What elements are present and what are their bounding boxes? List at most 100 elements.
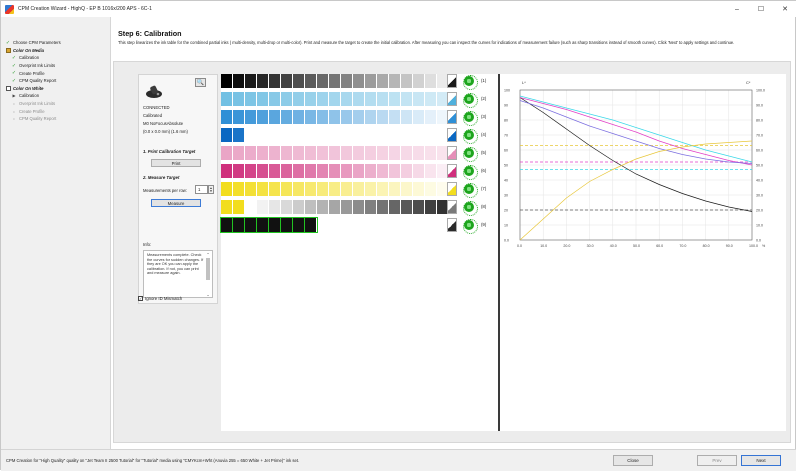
measured-ok-icon (462, 146, 478, 162)
measure-button[interactable]: Measure (151, 199, 201, 207)
spin-down-icon[interactable]: ▼ (210, 189, 213, 193)
scroll-down-icon[interactable]: ⌄ (205, 292, 211, 297)
row-number: (8) (481, 204, 487, 209)
color-patch (401, 146, 413, 160)
color-patch (329, 74, 341, 88)
y-right-tick-label: 80.0 (756, 119, 763, 123)
measurements-per-row-input[interactable]: 1 (195, 185, 208, 194)
status-footer: CPM Creation for "High Quality" quality … (1, 449, 796, 471)
color-patch (244, 217, 258, 233)
color-patch (293, 164, 305, 178)
color-patch (245, 182, 257, 196)
sidebar-item-color-on-white[interactable]: Color On White (5, 85, 61, 93)
close-window-button[interactable]: ✕ (773, 1, 796, 17)
sidebar-item-calibration[interactable]: ✓ Calibration (5, 54, 61, 62)
wizard-steps-sidebar: ✓ Choose CPM Parameters Color On Media ✓ Cal… (1, 17, 111, 449)
color-patch (353, 146, 365, 160)
minimize-button[interactable]: – (725, 1, 749, 17)
measured-ok-icon (462, 164, 478, 180)
color-patch (353, 200, 365, 214)
color-patch (233, 164, 245, 178)
sidebar-item-color-on-media[interactable]: Color On Media (5, 47, 61, 55)
app-logo-icon (5, 4, 14, 14)
y-right-tick-label: 20.0 (756, 209, 763, 213)
footer-status-text: CPM Creation for "High Quality" quality … (6, 458, 300, 463)
scroll-up-icon[interactable]: ⌃ (205, 252, 211, 257)
sidebar-item-create-profile[interactable]: ✓ Create Profile (5, 69, 61, 77)
info-scrollbar[interactable]: ⌃ ⌄ (205, 252, 211, 297)
sidebar-item-label: Overprint Ink Limits (19, 63, 56, 69)
spinner-arrows[interactable]: ▲ ▼ (208, 185, 214, 194)
color-patch (341, 164, 353, 178)
print-button[interactable]: Print (151, 159, 201, 167)
sidebar-item-label: Overprint Ink Limits (19, 101, 56, 107)
y-right-tick-label: 60.0 (756, 149, 763, 153)
scroll-thumb[interactable] (206, 258, 210, 280)
color-patch (329, 200, 341, 214)
y-left-tick-label: 0.0 (504, 239, 509, 243)
color-patch (233, 146, 245, 160)
color-patch (413, 200, 425, 214)
sidebar-item-cpm-quality-report[interactable]: • CPM Quality Report (5, 115, 61, 123)
color-patch (257, 74, 269, 88)
sidebar-item-overprint-ink-limits[interactable]: • Overprint Ink Limits (5, 100, 61, 108)
color-patch (269, 110, 281, 124)
color-patch (377, 146, 389, 160)
sidebar-item-overprint-ink-limits[interactable]: ✓ Overprint Ink Limits (5, 62, 61, 70)
color-patch (425, 146, 437, 160)
color-patch (257, 200, 269, 214)
target-row (221, 110, 449, 124)
sidebar-item-cpm-quality-report[interactable]: ✓ CPM Quality Report (5, 77, 61, 85)
color-patch (365, 74, 377, 88)
x-tick-label: 10.0 (540, 244, 547, 248)
color-patch (341, 110, 353, 124)
ink-swatch (447, 92, 457, 106)
sidebar-item-create-profile[interactable]: • Create Profile (5, 107, 61, 115)
color-patch (305, 200, 317, 214)
color-patch (353, 74, 365, 88)
color-patch (389, 182, 401, 196)
color-patch (317, 182, 329, 196)
color-patch (221, 182, 233, 196)
sidebar-item-calibration[interactable]: ▶ Calibration (5, 92, 61, 100)
magnifier-icon: 🔍 (196, 80, 205, 86)
color-patch (281, 182, 293, 196)
color-patch (281, 92, 293, 106)
row-number: (4) (481, 132, 487, 137)
ignore-id-mismatch-option[interactable]: ✓ Ignore ID Mismatch (138, 296, 182, 301)
x-tick-label: 0.0 (517, 244, 522, 248)
color-patch (377, 164, 389, 178)
calibration-control-panel: 🔍 CONNECTED Calibrated M0 NoFocusAbsolut… (138, 74, 218, 304)
color-patch (221, 146, 233, 160)
x-tick-label: 60.0 (656, 244, 663, 248)
target-row (221, 164, 449, 178)
sidebar-item-label: Color On Media (13, 47, 44, 53)
ink-swatch (447, 218, 457, 232)
info-box: Measurements complete. Check the curves … (143, 250, 213, 298)
x-tick-label: % (762, 244, 766, 248)
window-title: CPM Creation Wizard - HighQ - EP B 1016x… (18, 6, 152, 12)
color-patch (425, 182, 437, 196)
color-patch (293, 200, 305, 214)
y-right-tick-label: 30.0 (756, 194, 763, 198)
color-patch (341, 146, 353, 160)
prev-button[interactable]: Prev (697, 455, 737, 466)
row-number: (5) (481, 150, 487, 155)
x-tick-label: 80.0 (703, 244, 710, 248)
sidebar-item-choose-cpm-parameters[interactable]: ✓ Choose CPM Parameters (5, 39, 61, 47)
color-patch (233, 110, 245, 124)
maximize-button[interactable]: ☐ (749, 1, 773, 17)
color-patch (365, 110, 377, 124)
device-settings-button[interactable]: 🔍 (195, 78, 206, 87)
ignore-id-mismatch-checkbox[interactable]: ✓ (138, 296, 143, 301)
ink-swatch (447, 74, 457, 88)
bullet-icon: • (13, 116, 15, 122)
measured-ok-icon (462, 92, 478, 108)
step-description: This step linearizes the ink table for t… (118, 40, 735, 45)
next-button[interactable]: Next (741, 455, 781, 466)
close-button[interactable]: Close (613, 455, 653, 466)
color-patch (377, 110, 389, 124)
color-patch (304, 217, 318, 233)
color-patch (365, 182, 377, 196)
ink-swatch (447, 164, 457, 178)
